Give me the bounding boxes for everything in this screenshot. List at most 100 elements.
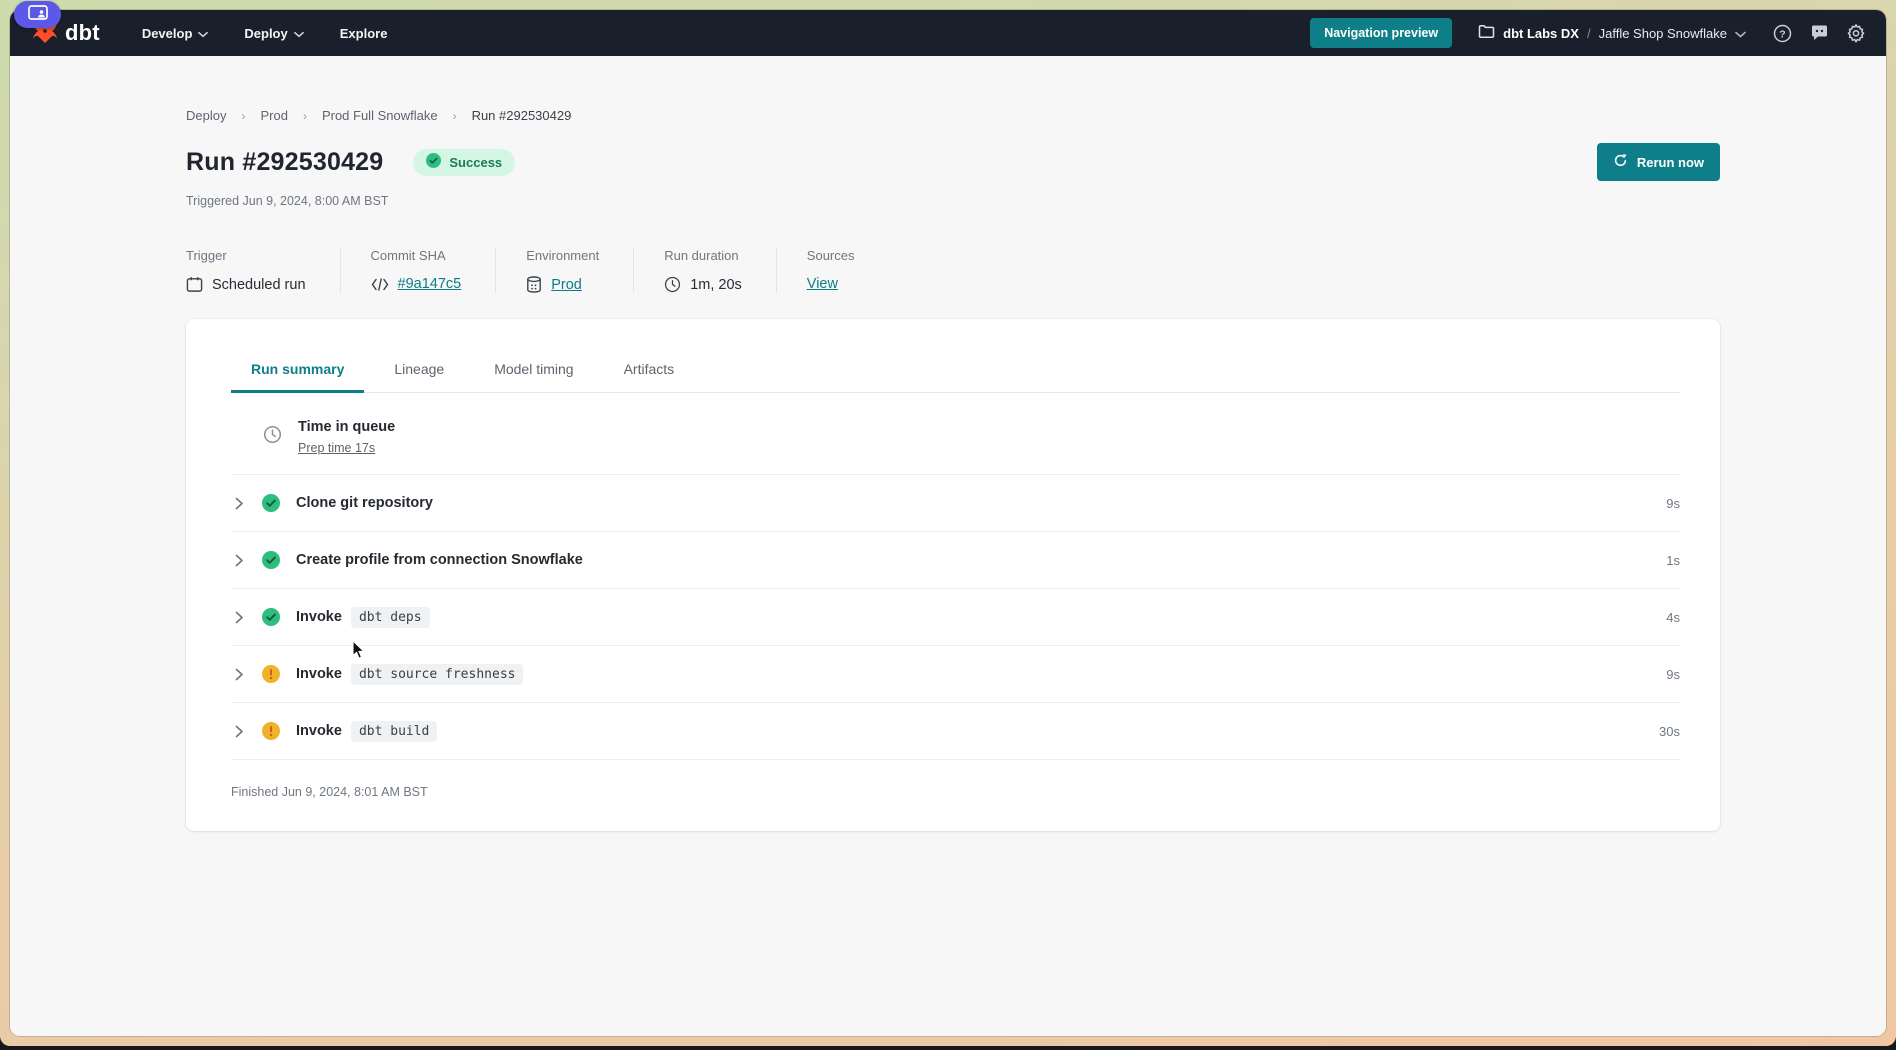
run-steps-list: Clone git repository 9s Create profile fro… — [231, 475, 1680, 760]
step-duration: 1s — [1666, 553, 1680, 568]
calendar-icon — [186, 276, 203, 293]
project-name: Jaffle Shop Snowflake — [1599, 26, 1727, 41]
feedback-icon[interactable] — [1809, 23, 1829, 43]
chevron-down-icon — [294, 26, 304, 41]
folder-icon — [1478, 24, 1495, 42]
breadcrumb-separator: › — [453, 109, 457, 123]
rerun-now-button[interactable]: Rerun now — [1597, 143, 1720, 181]
menu-item-explore[interactable]: Explore — [340, 26, 388, 41]
expand-chevron-icon[interactable] — [235, 553, 249, 567]
chevron-down-icon — [1735, 26, 1746, 41]
top-navbar: dbt Develop Deploy Explore Navigation prev… — [10, 10, 1886, 56]
step-duration: 9s — [1666, 496, 1680, 511]
meta-label: Environment — [526, 248, 599, 263]
status-badge-label: Success — [449, 155, 502, 170]
step-label: Invoke — [296, 609, 342, 625]
status-badge: Success — [413, 149, 515, 176]
meta-value[interactable]: View — [807, 276, 838, 292]
queue-title: Time in queue — [298, 419, 395, 435]
expand-chevron-icon[interactable] — [235, 496, 249, 510]
step-label: Clone git repository — [296, 495, 433, 511]
tab-lineage[interactable]: Lineage — [374, 353, 464, 393]
title-row: Run #292530429 Success Rerun now — [186, 143, 1720, 181]
run-summary-card: Run summaryLineageModel timingArtifacts … — [186, 319, 1720, 831]
meta-label: Trigger — [186, 248, 306, 263]
meta-trigger: Trigger Scheduled run — [186, 248, 341, 293]
success-check-icon — [426, 153, 441, 171]
screen-share-icon — [28, 5, 48, 25]
run-detail-page: Deploy › Prod › Prod Full Snowflake › Run #292… — [10, 56, 1886, 1036]
tab-model-timing[interactable]: Model timing — [474, 353, 593, 393]
step-duration: 30s — [1659, 724, 1680, 739]
navbar-icons: ? — [1772, 23, 1866, 43]
breadcrumb-item[interactable]: Prod Full Snowflake — [322, 108, 438, 123]
gear-icon[interactable] — [1846, 23, 1866, 43]
database-icon — [526, 276, 542, 293]
step-duration: 9s — [1666, 667, 1680, 682]
meta-value: 1m, 20s — [690, 277, 742, 293]
project-picker[interactable]: dbt Labs DX / Jaffle Shop Snowflake — [1478, 24, 1746, 42]
tab-run-summary[interactable]: Run summary — [231, 353, 364, 393]
page-title: Run #292530429 — [186, 148, 383, 177]
help-icon[interactable]: ? — [1772, 23, 1792, 43]
screenshot-frame: dbt Develop Deploy Explore Navigation prev… — [0, 0, 1896, 1046]
step-row[interactable]: Invoke dbt build 30s — [231, 703, 1680, 760]
step-row[interactable]: Create profile from connection Snowflake… — [231, 532, 1680, 589]
run-meta-row: Trigger Scheduled run Commit SHA #9a147c5 En… — [186, 248, 1720, 293]
tab-artifacts[interactable]: Artifacts — [604, 353, 695, 393]
dbt-logo-text: dbt — [65, 20, 100, 46]
menu-item-label: Explore — [340, 26, 388, 41]
expand-chevron-icon[interactable] — [235, 667, 249, 681]
step-row[interactable]: Invoke dbt source freshness 9s — [231, 646, 1680, 703]
rerun-now-label: Rerun now — [1637, 155, 1704, 170]
meta-commit-sha: Commit SHA #9a147c5 — [371, 248, 497, 293]
breadcrumb-item[interactable]: Run #292530429 — [472, 108, 572, 123]
meta-run-duration: Run duration 1m, 20s — [664, 248, 777, 293]
chevron-down-icon — [198, 26, 208, 41]
success-check-icon — [262, 608, 280, 626]
rerun-refresh-icon — [1613, 153, 1628, 171]
expand-chevron-icon[interactable] — [235, 724, 249, 738]
warning-icon — [262, 722, 280, 740]
step-command: dbt build — [351, 721, 437, 742]
svg-text:?: ? — [1779, 28, 1785, 40]
navbar-right: Navigation preview dbt Labs DX / Jaffle … — [1310, 18, 1866, 48]
breadcrumb: Deploy › Prod › Prod Full Snowflake › Run #292… — [186, 108, 1720, 123]
prep-time-link[interactable]: Prep time 17s — [298, 441, 375, 455]
step-row[interactable]: Invoke dbt deps 4s — [231, 589, 1680, 646]
meta-value: Scheduled run — [212, 277, 306, 293]
menu-item-develop[interactable]: Develop — [142, 26, 209, 41]
navigation-preview-button[interactable]: Navigation preview — [1310, 18, 1452, 48]
step-label: Invoke — [296, 723, 342, 739]
step-label: Create profile from connection Snowflake — [296, 552, 583, 568]
breadcrumb-item[interactable]: Prod — [260, 108, 287, 123]
step-row[interactable]: Clone git repository 9s — [231, 475, 1680, 532]
breadcrumb-separator: › — [241, 109, 245, 123]
step-command: dbt source freshness — [351, 664, 524, 685]
step-label: Invoke — [296, 666, 342, 682]
meta-label: Commit SHA — [371, 248, 462, 263]
menu-item-label: Deploy — [244, 26, 287, 41]
meta-label: Run duration — [664, 248, 742, 263]
breadcrumb-item[interactable]: Deploy — [186, 108, 226, 123]
screen-capture-badge[interactable] — [14, 1, 61, 28]
meta-value[interactable]: #9a147c5 — [398, 276, 462, 292]
account-name: dbt Labs DX — [1503, 26, 1579, 41]
breadcrumb-separator: › — [303, 109, 307, 123]
meta-label: Sources — [807, 248, 855, 263]
finished-timestamp: Finished Jun 9, 2024, 8:01 AM BST — [231, 760, 1680, 805]
step-command: dbt deps — [351, 607, 430, 628]
menu-item-label: Develop — [142, 26, 193, 41]
main-menu: Develop Deploy Explore — [142, 26, 388, 41]
meta-sources: Sources View — [807, 248, 889, 293]
app-window: dbt Develop Deploy Explore Navigation prev… — [10, 10, 1886, 1036]
meta-value[interactable]: Prod — [551, 277, 582, 293]
queue-clock-icon — [263, 425, 282, 449]
meta-environment: Environment Prod — [526, 248, 634, 293]
menu-item-deploy[interactable]: Deploy — [244, 26, 303, 41]
warning-icon — [262, 665, 280, 683]
expand-chevron-icon[interactable] — [235, 610, 249, 624]
success-check-icon — [262, 494, 280, 512]
step-duration: 4s — [1666, 610, 1680, 625]
clock-icon — [664, 276, 681, 293]
